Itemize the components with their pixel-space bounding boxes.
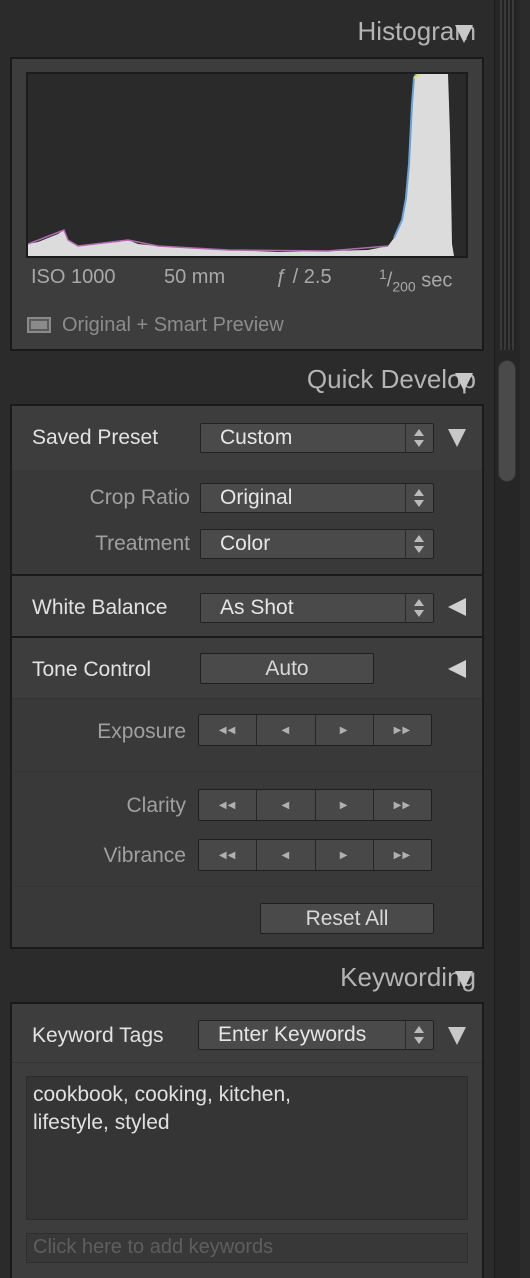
white-balance-dropdown[interactable]: As Shot (200, 593, 434, 623)
saved-preset-label: Saved Preset (32, 426, 159, 449)
exposure-increase-large-button[interactable]: ▶▶ (374, 715, 431, 745)
reset-all-button[interactable]: Reset All (260, 903, 434, 934)
keywords-line-2: lifestyle, styled (33, 1111, 170, 1134)
shutter-numerator: 1 (379, 266, 387, 282)
tone-control-expand-icon[interactable] (448, 660, 466, 678)
vibrance-increase-button[interactable]: ▶ (316, 840, 374, 870)
vibrance-stepper: ◀◀ ◀ ▶ ▶▶ (198, 839, 432, 871)
section-divider (12, 636, 482, 638)
preview-status-label: Original + Smart Preview (62, 314, 284, 336)
keyword-tags-dropdown[interactable]: Enter Keywords (198, 1020, 434, 1050)
keyword-divider (12, 1062, 482, 1063)
crop-ratio-dropdown[interactable]: Original (200, 483, 434, 513)
keyword-tags-expand-icon[interactable] (448, 1027, 466, 1045)
crop-ratio-stepper-icon[interactable] (405, 484, 433, 512)
vibrance-label: Vibrance (103, 844, 186, 867)
white-balance-value: As Shot (220, 596, 294, 619)
keywording-collapse-icon[interactable] (455, 971, 473, 989)
keywords-textarea[interactable]: cookbook, cooking, kitchen, lifestyle, s… (26, 1076, 468, 1220)
scrollbar-grip (500, 0, 516, 350)
treatment-label: Treatment (95, 532, 190, 555)
vibrance-increase-large-button[interactable]: ▶▶ (374, 840, 431, 870)
vibrance-decrease-large-button[interactable]: ◀◀ (199, 840, 258, 870)
clarity-increase-large-button[interactable]: ▶▶ (374, 790, 431, 820)
white-balance-label: White Balance (32, 596, 168, 619)
exposure-decrease-button[interactable]: ◀ (257, 715, 316, 745)
add-keywords-field[interactable] (26, 1233, 468, 1263)
crop-ratio-value: Original (220, 486, 293, 509)
quick-develop-collapse-icon[interactable] (455, 373, 473, 391)
section-divider (12, 574, 482, 576)
keyword-tags-label: Keyword Tags (32, 1024, 164, 1047)
saved-preset-dropdown[interactable]: Custom (200, 423, 434, 453)
keyword-tags-value: Enter Keywords (218, 1023, 367, 1046)
crop-ratio-label: Crop Ratio (89, 486, 190, 509)
keyword-tags-stepper-icon[interactable] (405, 1021, 433, 1049)
exposure-increase-button[interactable]: ▶ (316, 715, 374, 745)
shutter-readout: 1/200 sec (379, 266, 453, 295)
clarity-label: Clarity (126, 794, 186, 817)
shutter-unit: sec (421, 269, 453, 292)
aperture-readout: ƒ / 2.5 (276, 266, 332, 288)
clarity-increase-button[interactable]: ▶ (316, 790, 374, 820)
tone-divider (12, 886, 482, 887)
white-balance-expand-icon[interactable] (448, 598, 466, 616)
exposure-stepper: ◀◀ ◀ ▶ ▶▶ (198, 714, 432, 746)
treatment-stepper-icon[interactable] (405, 530, 433, 558)
histogram-curve (27, 73, 454, 256)
tone-divider (12, 771, 482, 772)
exposure-label: Exposure (97, 720, 186, 743)
histogram-collapse-icon[interactable] (455, 25, 473, 43)
focal-length-readout: 50 mm (164, 266, 226, 288)
iso-readout: ISO 1000 (31, 266, 116, 288)
white-balance-stepper-icon[interactable] (405, 594, 433, 622)
treatment-dropdown[interactable]: Color (200, 529, 434, 559)
tone-control-label: Tone Control (32, 658, 152, 681)
clarity-decrease-button[interactable]: ◀ (257, 790, 316, 820)
exposure-decrease-large-button[interactable]: ◀◀ (199, 715, 258, 745)
clarity-decrease-large-button[interactable]: ◀◀ (199, 790, 258, 820)
auto-tone-button[interactable]: Auto (200, 653, 374, 684)
saved-preset-expand-icon[interactable] (448, 429, 466, 447)
smart-preview-icon[interactable] (27, 317, 51, 333)
tone-divider (12, 698, 482, 699)
treatment-value: Color (220, 532, 271, 555)
quick-develop-header[interactable]: Quick Develop (307, 364, 476, 395)
saved-preset-value: Custom (220, 426, 293, 449)
histogram-graph (26, 72, 468, 258)
vibrance-decrease-button[interactable]: ◀ (257, 840, 316, 870)
clarity-stepper: ◀◀ ◀ ▶ ▶▶ (198, 789, 432, 821)
keywords-line-1: cookbook, cooking, kitchen, (33, 1083, 291, 1106)
saved-preset-stepper-icon[interactable] (405, 424, 433, 452)
scrollbar-thumb[interactable] (498, 360, 516, 482)
shutter-denominator: 200 (392, 278, 416, 295)
add-keywords-input[interactable] (33, 1236, 461, 1259)
